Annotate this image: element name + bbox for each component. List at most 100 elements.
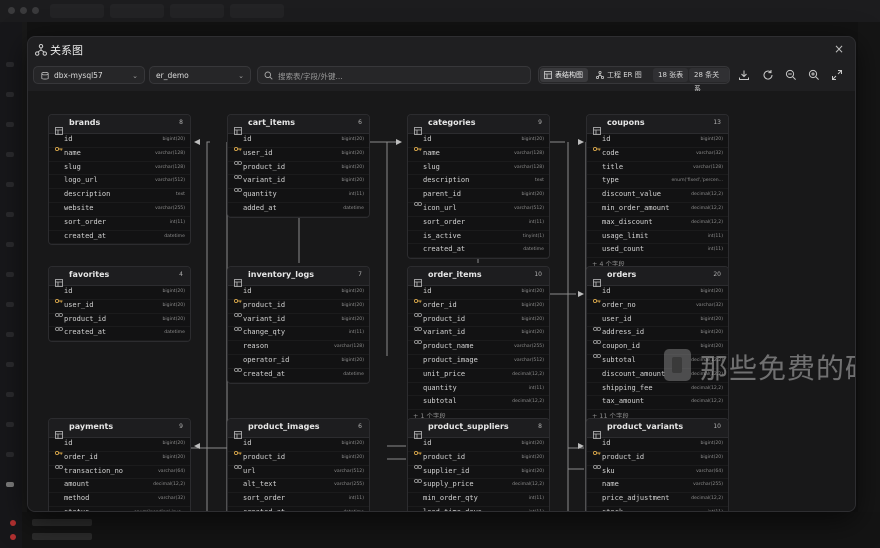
- connection-select[interactable]: dbx-mysql57 ⌄: [33, 66, 145, 84]
- column-row[interactable]: id bigint(20): [228, 286, 369, 304]
- table-card-brands[interactable]: brands 8 id bigint(20) name varchar(128) slug v…: [48, 114, 191, 246]
- column-row[interactable]: unit_price decimal(12,2): [408, 369, 549, 383]
- column-row[interactable]: supplier_id bigint(20): [408, 466, 549, 483]
- column-row[interactable]: quantity int(11): [408, 383, 549, 397]
- table-header[interactable]: payments 9: [49, 419, 190, 439]
- zoom-out-icon[interactable]: [785, 69, 797, 81]
- column-row[interactable]: method varchar(32): [49, 493, 190, 507]
- table-header[interactable]: product_suppliers 8: [408, 419, 549, 439]
- column-row[interactable]: variant_id bigint(20): [228, 314, 369, 331]
- table-header[interactable]: coupons 13: [587, 115, 728, 135]
- column-row[interactable]: product_id bigint(20): [587, 452, 728, 469]
- column-row[interactable]: product_id bigint(20): [49, 314, 190, 331]
- column-row[interactable]: product_id bigint(20): [228, 452, 369, 469]
- table-card-product_images[interactable]: product_images 6 id bigint(20) product_id big…: [227, 418, 370, 511]
- er-canvas[interactable]: brands 8 id bigint(20) name varchar(128) slug v…: [28, 91, 855, 511]
- column-row[interactable]: name varchar(255): [587, 479, 728, 494]
- fullscreen-icon[interactable]: [831, 69, 843, 81]
- column-row[interactable]: website varchar(255): [49, 203, 190, 217]
- column-row[interactable]: added_at datetime: [228, 203, 369, 217]
- table-card-product_variants[interactable]: product_variants 10 id bigint(20) product_id…: [586, 418, 729, 511]
- column-row[interactable]: logo_url varchar(512): [49, 175, 190, 190]
- column-row[interactable]: id bigint(20): [408, 134, 549, 152]
- column-row[interactable]: variant_id bigint(20): [408, 327, 549, 345]
- table-header[interactable]: categories 9: [408, 115, 549, 135]
- column-row[interactable]: name varchar(128): [408, 148, 549, 162]
- column-row[interactable]: title varchar(128): [587, 162, 728, 176]
- column-row[interactable]: created_at datetime: [228, 507, 369, 511]
- column-row[interactable]: address_id bigint(20): [587, 327, 728, 345]
- table-header[interactable]: inventory_logs 7: [228, 267, 369, 287]
- column-row[interactable]: operator_id bigint(20): [228, 355, 369, 372]
- column-row[interactable]: id bigint(20): [49, 134, 190, 152]
- table-header[interactable]: favorites 4: [49, 267, 190, 287]
- table-header[interactable]: cart_items 6: [228, 115, 369, 135]
- view-table-button[interactable]: 表结构图: [540, 68, 588, 82]
- column-row[interactable]: id bigint(20): [587, 286, 728, 304]
- close-button[interactable]: ×: [831, 41, 847, 57]
- column-row[interactable]: is_active tinyint(1): [408, 231, 549, 245]
- column-row[interactable]: id bigint(20): [408, 286, 549, 304]
- column-row[interactable]: id bigint(20): [408, 438, 549, 456]
- table-card-order_items[interactable]: order_items 10 id bigint(20) order_id bigint(…: [407, 266, 550, 424]
- column-row[interactable]: price_adjustment decimal(12,2): [587, 493, 728, 507]
- column-row[interactable]: id bigint(20): [587, 134, 728, 152]
- column-row[interactable]: type enum('fixed','percen...: [587, 175, 728, 190]
- table-card-orders[interactable]: orders 20 id bigint(20) order_no varchar(32) u…: [586, 266, 729, 424]
- column-row[interactable]: description text: [408, 175, 549, 190]
- column-row[interactable]: id bigint(20): [49, 438, 190, 456]
- column-row[interactable]: stock int(11): [587, 507, 728, 511]
- column-row[interactable]: user_id bigint(20): [587, 314, 728, 331]
- column-row[interactable]: product_id bigint(20): [408, 314, 549, 331]
- column-row[interactable]: id bigint(20): [587, 438, 728, 456]
- column-row[interactable]: created_at datetime: [408, 244, 549, 259]
- column-row[interactable]: variant_id bigint(20): [228, 175, 369, 193]
- column-row[interactable]: user_id bigint(20): [228, 148, 369, 165]
- database-select[interactable]: er_demo ⌄: [149, 66, 251, 84]
- column-row[interactable]: min_order_qty int(11): [408, 493, 549, 507]
- search-input[interactable]: [276, 68, 520, 84]
- column-row[interactable]: product_id bigint(20): [228, 300, 369, 317]
- export-icon[interactable]: [738, 69, 750, 81]
- zoom-in-icon[interactable]: [808, 69, 820, 81]
- column-row[interactable]: user_id bigint(20): [49, 300, 190, 317]
- column-row[interactable]: change_qty int(11): [228, 327, 369, 342]
- table-card-product_suppliers[interactable]: product_suppliers 8 id bigint(20) product_id…: [407, 418, 550, 511]
- column-row[interactable]: created_at datetime: [228, 369, 369, 383]
- column-row[interactable]: icon_url varchar(512): [408, 203, 549, 217]
- column-row[interactable]: subtotal decimal(12,2): [408, 396, 549, 411]
- column-row[interactable]: slug varchar(128): [49, 162, 190, 176]
- table-card-inventory_logs[interactable]: inventory_logs 7 id bigint(20) product_id big…: [227, 266, 370, 384]
- table-header[interactable]: product_images 6: [228, 419, 369, 439]
- column-row[interactable]: id bigint(20): [49, 286, 190, 304]
- column-row[interactable]: used_count int(11): [587, 244, 728, 259]
- column-row[interactable]: min_order_amount decimal(12,2): [587, 203, 728, 217]
- view-er-button[interactable]: 工程 ER 图: [592, 68, 647, 82]
- column-row[interactable]: alt_text varchar(255): [228, 479, 369, 494]
- column-row[interactable]: reason varchar(128): [228, 341, 369, 355]
- table-header[interactable]: orders 20: [587, 267, 728, 287]
- column-row[interactable]: usage_limit int(11): [587, 231, 728, 245]
- column-row[interactable]: lead_time_days int(11): [408, 507, 549, 511]
- column-row[interactable]: created_at datetime: [49, 327, 190, 342]
- table-card-categories[interactable]: categories 9 id bigint(20) name varchar(128) s…: [407, 114, 550, 260]
- column-row[interactable]: amount decimal(12,2): [49, 479, 190, 494]
- refresh-icon[interactable]: [762, 69, 774, 81]
- column-row[interactable]: discount_value decimal(12,2): [587, 189, 728, 203]
- column-row[interactable]: transaction_no varchar(64): [49, 466, 190, 480]
- column-row[interactable]: sort_order int(11): [408, 217, 549, 231]
- column-row[interactable]: sort_order int(11): [228, 493, 369, 507]
- table-header[interactable]: brands 8: [49, 115, 190, 135]
- table-header[interactable]: order_items 10: [408, 267, 549, 287]
- column-row[interactable]: slug varchar(128): [408, 162, 549, 176]
- column-row[interactable]: product_name varchar(255): [408, 341, 549, 355]
- column-row[interactable]: id bigint(20): [228, 134, 369, 152]
- column-row[interactable]: product_id bigint(20): [408, 452, 549, 469]
- column-row[interactable]: supply_price decimal(12,2): [408, 479, 549, 494]
- column-row[interactable]: sort_order int(11): [49, 217, 190, 231]
- column-row[interactable]: quantity int(11): [228, 189, 369, 203]
- table-card-payments[interactable]: payments 9 id bigint(20) order_id bigint(20) t…: [48, 418, 191, 511]
- column-row[interactable]: id bigint(20): [228, 438, 369, 456]
- column-row[interactable]: order_no varchar(32): [587, 300, 728, 314]
- column-row[interactable]: tax_amount decimal(12,2): [587, 396, 728, 411]
